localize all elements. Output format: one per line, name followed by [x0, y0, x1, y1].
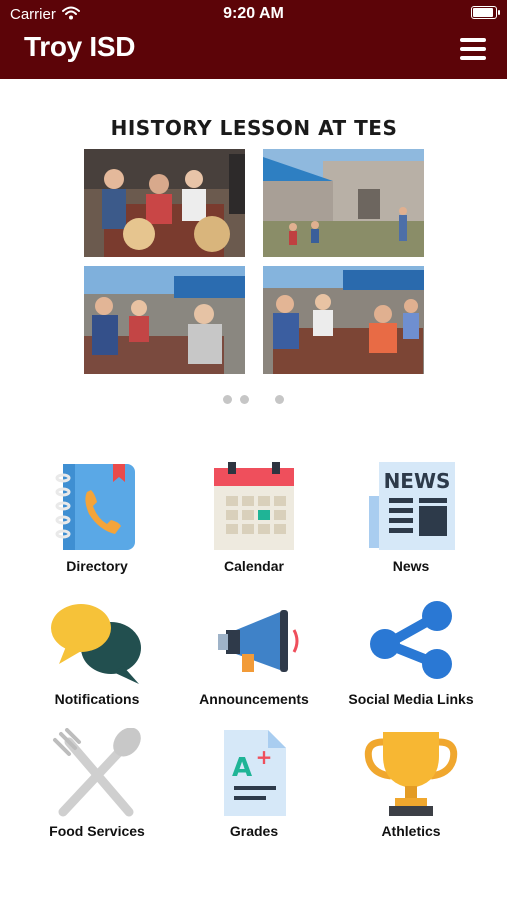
page-dot[interactable] [275, 395, 284, 404]
svg-text:A: A [232, 753, 252, 783]
slider-page-indicator [0, 395, 507, 405]
social-media-links-button[interactable]: Social Media Links [331, 600, 491, 730]
calendar-label: Calendar [224, 558, 284, 574]
grades-button[interactable]: A + Grades [174, 728, 334, 858]
page-dot[interactable] [223, 395, 232, 404]
directory-button[interactable]: Directory [17, 462, 177, 592]
newspaper-icon: NEWS [369, 462, 455, 550]
battery-level [473, 8, 493, 17]
notifications-label: Notifications [54, 691, 140, 707]
chat-bubbles-icon [51, 604, 141, 684]
students-outside-building-photo [263, 149, 424, 257]
news-button[interactable]: NEWS News [331, 462, 491, 592]
social-media-links-label: Social Media Links [348, 691, 474, 707]
food-services-button[interactable]: Food Services [17, 728, 177, 858]
status-bar: Carrier 9:20 AM [0, 0, 507, 28]
students-at-picnic-table-photo [84, 149, 245, 257]
address-book-phone-icon [55, 464, 135, 550]
notifications-button[interactable]: Notifications [17, 600, 177, 730]
students-with-tools-at-table-photo [84, 266, 245, 374]
students-at-bench-photo [263, 266, 424, 374]
svg-text:NEWS: NEWS [384, 469, 451, 493]
news-label: News [392, 558, 430, 574]
athletics-label: Athletics [381, 823, 441, 839]
battery-icon [471, 6, 500, 19]
slide-title: HISTORY LESSON AT TES [110, 116, 398, 140]
food-services-label: Food Services [49, 823, 145, 839]
slide: HISTORY LESSON AT TES [84, 116, 424, 140]
trophy-icon [364, 732, 458, 816]
grade-a-plus-icon: A + [224, 730, 286, 816]
svg-text:+: + [256, 745, 273, 769]
page-title: Troy ISD [24, 31, 136, 62]
announcements-button[interactable]: Announcements [174, 600, 334, 730]
calendar-icon [214, 462, 294, 550]
grades-label: Grades [229, 823, 279, 839]
megaphone-icon [218, 610, 299, 672]
directory-label: Directory [66, 558, 128, 574]
announcements-label: Announcements [199, 691, 309, 707]
app-header: Carrier 9:20 AM Troy ISD [0, 0, 507, 79]
page-dot[interactable] [240, 395, 249, 404]
athletics-button[interactable]: Athletics [331, 728, 491, 858]
clock: 9:20 AM [223, 5, 284, 22]
share-icon [370, 601, 452, 679]
calendar-button[interactable]: Calendar [174, 462, 334, 592]
fork-spoon-icon [53, 728, 141, 817]
hamburger-menu-icon[interactable] [460, 38, 486, 60]
